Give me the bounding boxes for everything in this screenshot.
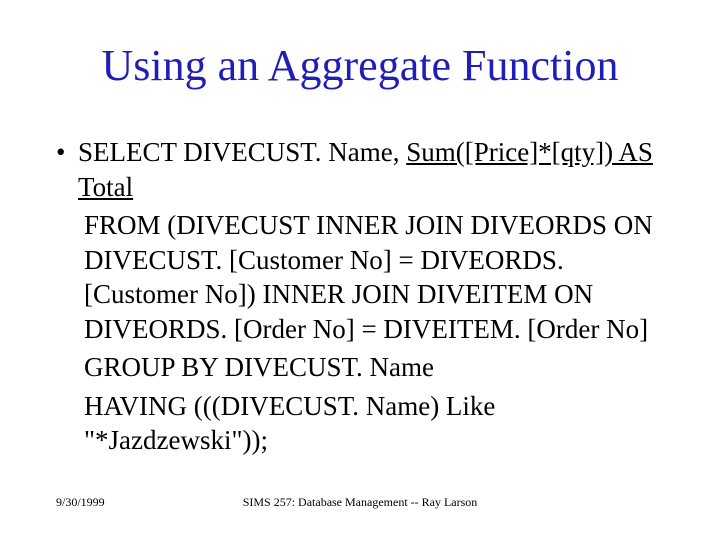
bullet-item: • SELECT DIVECUST. Name, Sum([Price]*[qt… [56,135,660,204]
groupby-clause: GROUP BY DIVECUST. Name [84,350,660,385]
slide: Using an Aggregate Function • SELECT DIV… [0,0,720,540]
having-clause: HAVING (((DIVECUST. Name) Like "*Jazdzew… [84,389,660,458]
from-clause: FROM (DIVECUST INNER JOIN DIVEORDS ON DI… [84,208,660,346]
footer-course: SIMS 257: Database Management -- Ray Lar… [0,495,720,510]
bullet-dot-icon: • [56,135,78,204]
bullet-content: SELECT DIVECUST. Name, Sum([Price]*[qty]… [78,135,660,204]
slide-body: • SELECT DIVECUST. Name, Sum([Price]*[qt… [56,135,660,458]
select-clause-part1: SELECT DIVECUST. Name, [78,137,406,167]
slide-title: Using an Aggregate Function [0,40,720,91]
